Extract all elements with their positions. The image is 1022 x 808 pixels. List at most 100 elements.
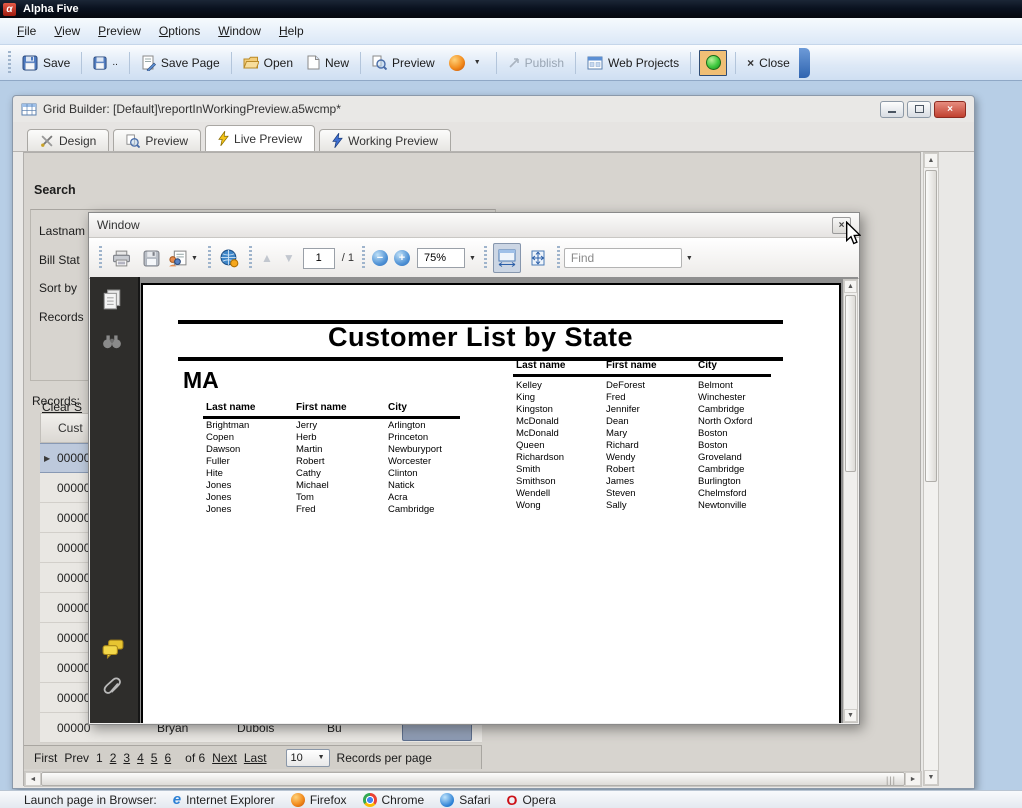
tabbar: Design Preview Live Preview Working Prev… bbox=[13, 122, 974, 152]
toolbar-separator bbox=[81, 52, 82, 74]
scrollbar-thumb[interactable] bbox=[925, 170, 937, 482]
menu-item[interactable]: Help bbox=[270, 21, 313, 41]
browser-chrome[interactable]: Chrome bbox=[363, 793, 425, 807]
scrollbar-thumb[interactable]: ||| bbox=[41, 772, 905, 786]
export-button[interactable]: ▼ bbox=[168, 244, 202, 272]
tab-live-preview[interactable]: Live Preview bbox=[205, 125, 315, 151]
thumbnails-icon[interactable] bbox=[102, 289, 122, 311]
scroll-down-button[interactable]: ▼ bbox=[844, 709, 857, 722]
tools-icon bbox=[40, 134, 54, 148]
save-as-button[interactable]: .. bbox=[86, 52, 125, 74]
find-input[interactable] bbox=[564, 248, 682, 268]
header-underline bbox=[513, 374, 771, 377]
open-button[interactable]: Open bbox=[236, 52, 300, 74]
publish-button[interactable]: Publish bbox=[501, 52, 571, 74]
tab-preview[interactable]: Preview bbox=[113, 129, 201, 151]
scrollbar-thumb[interactable] bbox=[845, 295, 856, 472]
binoculars-search-icon[interactable] bbox=[102, 333, 122, 349]
web-publish-button[interactable] bbox=[217, 244, 243, 272]
comments-icon[interactable] bbox=[102, 639, 124, 659]
grid-builder-titlebar[interactable]: Grid Builder: [Default]\reportInWorkingP… bbox=[13, 96, 974, 122]
zoom-in-button[interactable]: + bbox=[394, 250, 410, 266]
close-button[interactable]: × Close bbox=[740, 52, 797, 74]
maximize-button[interactable] bbox=[907, 101, 931, 118]
tab-design[interactable]: Design bbox=[27, 129, 109, 151]
page-size-select[interactable]: 10 ▼ bbox=[286, 749, 330, 767]
paperclip-icon[interactable] bbox=[102, 677, 124, 701]
new-button[interactable]: New bbox=[300, 51, 356, 74]
save-report-button[interactable] bbox=[138, 244, 164, 272]
cell-lastname: King bbox=[516, 392, 535, 403]
page-number-input[interactable]: 1 bbox=[303, 248, 335, 269]
chevron-down-icon[interactable]: ▼ bbox=[686, 255, 693, 262]
lightning-blue-icon bbox=[332, 133, 343, 148]
pagination-page-link[interactable]: 2 bbox=[110, 751, 117, 765]
browser-firefox[interactable]: Firefox bbox=[291, 793, 347, 807]
report-window-titlebar[interactable]: Window × bbox=[89, 213, 859, 238]
status-indicator-button[interactable] bbox=[699, 50, 727, 76]
pagination-page-link[interactable]: 5 bbox=[151, 751, 158, 765]
tab-working-preview[interactable]: Working Preview bbox=[319, 129, 451, 151]
toolbar-grip[interactable] bbox=[8, 51, 11, 75]
pagination-prev[interactable]: Prev bbox=[64, 751, 89, 765]
pagination-next[interactable]: Next bbox=[212, 751, 237, 765]
scroll-left-button[interactable]: ◄ bbox=[25, 772, 41, 786]
menu-item[interactable]: View bbox=[45, 21, 89, 41]
fit-width-button[interactable] bbox=[493, 243, 521, 273]
save-page-label: Save Page bbox=[161, 56, 220, 70]
save-page-button[interactable]: Save Page bbox=[134, 51, 227, 75]
chevron-down-icon[interactable]: ▼ bbox=[469, 255, 476, 262]
cell-lastname: Fuller bbox=[206, 456, 230, 467]
report-group-label: MA bbox=[183, 367, 219, 394]
report-page: Customer List by State MA Last name Firs… bbox=[141, 283, 841, 723]
page-up-icon[interactable]: ▲ bbox=[261, 251, 273, 265]
fit-page-button[interactable] bbox=[525, 244, 551, 272]
cell-city: Burlington bbox=[698, 476, 741, 487]
cell-lastname: McDonald bbox=[516, 416, 559, 427]
print-button[interactable] bbox=[108, 244, 134, 272]
scroll-right-button[interactable]: ► bbox=[905, 772, 921, 786]
table-row: Copen Herb Princeton bbox=[203, 432, 460, 444]
page-vertical-scrollbar[interactable]: ▲ ▼ bbox=[843, 279, 858, 723]
scroll-up-button[interactable]: ▲ bbox=[924, 153, 938, 168]
horizontal-scrollbar[interactable]: ◄ ||| ► bbox=[24, 771, 922, 787]
table-row: Smithson James Burlington bbox=[513, 476, 771, 488]
zoom-level-select[interactable]: 75% bbox=[417, 248, 465, 268]
page-down-icon[interactable]: ▼ bbox=[283, 251, 295, 265]
save-as-dots: .. bbox=[112, 57, 118, 68]
printer-icon bbox=[112, 250, 131, 267]
window-close-button[interactable]: × bbox=[934, 101, 966, 118]
browser-select-button[interactable]: ▼ bbox=[442, 51, 492, 75]
table-row: Richardson Wendy Groveland bbox=[513, 452, 771, 464]
chrome-icon bbox=[363, 793, 377, 807]
minimize-button[interactable] bbox=[880, 101, 904, 118]
pagination-first[interactable]: First bbox=[34, 751, 57, 765]
menu-item[interactable]: Options bbox=[150, 21, 209, 41]
pagination-last[interactable]: Last bbox=[244, 751, 267, 765]
web-projects-label: Web Projects bbox=[608, 56, 679, 70]
scroll-up-button[interactable]: ▲ bbox=[844, 280, 857, 293]
cell-city: Clinton bbox=[388, 468, 418, 479]
save-button[interactable]: Save bbox=[15, 51, 77, 75]
browser-internet-explorer[interactable]: e Internet Explorer bbox=[173, 791, 275, 808]
pagination-page-link[interactable]: 3 bbox=[123, 751, 130, 765]
web-projects-button[interactable]: Web Projects bbox=[580, 52, 686, 74]
pagination-page-link[interactable]: 6 bbox=[164, 751, 171, 765]
browser-opera[interactable]: O Opera bbox=[507, 792, 556, 808]
zoom-out-button[interactable]: − bbox=[372, 250, 388, 266]
column-header: First name bbox=[606, 360, 657, 371]
browser-safari[interactable]: Safari bbox=[440, 793, 490, 807]
globe-icon bbox=[220, 249, 239, 268]
pagination-page-link[interactable]: 4 bbox=[137, 751, 144, 765]
menu-item[interactable]: Preview bbox=[89, 21, 150, 41]
toolbar-separator bbox=[735, 52, 736, 74]
pagination-page-link[interactable]: 1 bbox=[96, 751, 103, 765]
vertical-scrollbar[interactable]: ▲ ▼ bbox=[923, 152, 939, 786]
menu-item[interactable]: Window bbox=[209, 21, 270, 41]
pagination-bar: First Prev 123456 of 6 Next Last 10 ▼ Re… bbox=[24, 745, 482, 769]
menu-item[interactable]: File bbox=[8, 21, 45, 41]
preview-button[interactable]: Preview bbox=[365, 51, 442, 74]
pagination-of: of 6 bbox=[185, 751, 205, 765]
scroll-down-button[interactable]: ▼ bbox=[924, 770, 938, 785]
table-row: McDonald Mary Boston bbox=[513, 428, 771, 440]
